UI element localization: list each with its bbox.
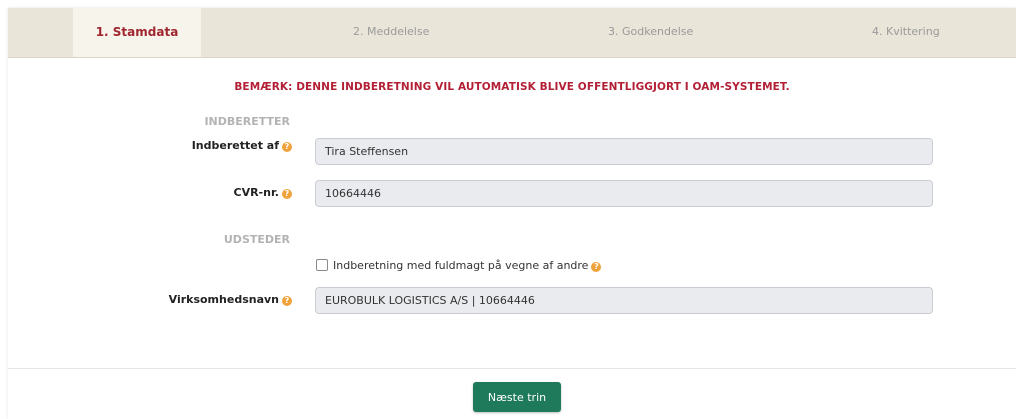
step-godkendelse: 3. Godkendelse bbox=[608, 25, 694, 38]
virksomhedsnavn-label: Virksomhedsnavn? bbox=[8, 293, 292, 306]
fuldmagt-checkbox-row[interactable]: Indberetning med fuldmagt på vegne af an… bbox=[316, 259, 602, 273]
form-container: 1. Stamdata 2. Meddelelse 3. Godkendelse… bbox=[8, 8, 1016, 419]
next-step-button[interactable]: Næste trin bbox=[473, 382, 561, 412]
cvr-label: CVR-nr.? bbox=[8, 186, 292, 199]
virksomhedsnavn-field[interactable]: EUROBULK LOGISTICS A/S | 10664446 bbox=[315, 287, 933, 314]
help-icon[interactable]: ? bbox=[591, 262, 602, 272]
help-icon[interactable]: ? bbox=[282, 189, 292, 199]
indberettet-af-label-text: Indberettet af bbox=[191, 139, 279, 152]
help-icon[interactable]: ? bbox=[282, 142, 292, 152]
step-meddelelse: 2. Meddelelse bbox=[353, 25, 430, 38]
indberettet-af-label: Indberettet af? bbox=[8, 139, 292, 152]
footer-divider bbox=[8, 368, 1016, 369]
step-kvittering: 4. Kvittering bbox=[872, 25, 940, 38]
cvr-field[interactable]: 10664446 bbox=[315, 180, 933, 207]
indberettet-af-field[interactable]: Tira Steffensen bbox=[315, 138, 933, 165]
fuldmagt-checkbox[interactable] bbox=[316, 259, 328, 271]
step-stamdata[interactable]: 1. Stamdata bbox=[73, 8, 201, 57]
fuldmagt-checkbox-label[interactable]: Indberetning med fuldmagt på vegne af an… bbox=[333, 259, 588, 272]
step-indicator: 1. Stamdata 2. Meddelelse 3. Godkendelse… bbox=[8, 8, 1016, 58]
publication-notice: BEMÆRK: DENNE INDBERETNING VIL AUTOMATIS… bbox=[234, 81, 790, 93]
section-heading-udsteder: UDSTEDER bbox=[223, 233, 290, 246]
section-heading-indberetter: INDBERETTER bbox=[204, 115, 290, 128]
virksomhedsnavn-label-text: Virksomhedsnavn bbox=[168, 293, 279, 306]
help-icon[interactable]: ? bbox=[282, 296, 292, 306]
cvr-label-text: CVR-nr. bbox=[233, 186, 280, 199]
